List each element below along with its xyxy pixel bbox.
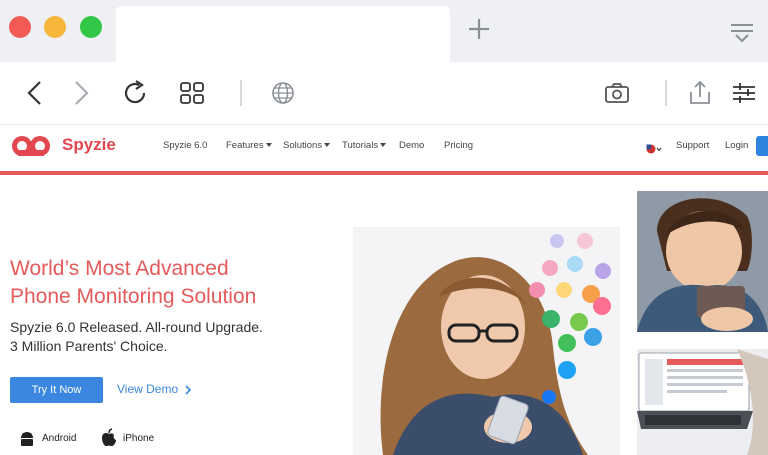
hero-subtitle-line: Spyzie 6.0 Released. All-round Upgrade.	[10, 319, 263, 335]
nav-solutions[interactable]: Solutions	[283, 140, 331, 151]
language-flag-icon[interactable]	[646, 141, 662, 154]
hero-subtitle-line: 3 Million Parents' Choice.	[10, 338, 168, 354]
back-button[interactable]	[20, 78, 50, 108]
boy-with-phone-image	[637, 191, 768, 332]
chevron-right-icon	[185, 385, 192, 395]
toolbar-divider-right	[665, 80, 667, 106]
grid-icon	[180, 82, 204, 104]
nav-support[interactable]: Support	[676, 140, 709, 151]
share-button[interactable]	[685, 78, 715, 108]
spyzie-logo-icon[interactable]	[10, 133, 52, 159]
zoom-window-button[interactable]	[80, 16, 102, 38]
tab-grid-button[interactable]	[177, 78, 207, 108]
browser-toolbar	[0, 62, 768, 125]
nav-login[interactable]: Login	[725, 140, 748, 151]
view-demo-label: View Demo	[117, 382, 179, 396]
hero-title-line: Phone Monitoring Solution	[10, 285, 257, 308]
forward-button[interactable]	[66, 78, 96, 108]
chevron-down-icon	[380, 143, 387, 148]
hero-subtitle: Spyzie 6.0 Released. All-round Upgrade. …	[10, 318, 340, 356]
new-tab-button[interactable]	[464, 14, 494, 44]
android-label[interactable]: Android	[42, 433, 76, 444]
hero-title-line: World’s Most Advanced	[10, 257, 229, 280]
back-icon	[27, 81, 41, 105]
reload-button[interactable]	[120, 78, 150, 108]
nav-spyzie-6[interactable]: Spyzie 6.0	[163, 140, 207, 151]
apple-icon	[100, 428, 118, 448]
brand-name[interactable]: Spyzie	[62, 135, 116, 155]
active-tab[interactable]	[116, 6, 450, 62]
tab-menu-icon	[731, 24, 753, 43]
nav-pricing[interactable]: Pricing	[444, 140, 473, 151]
view-demo-link[interactable]: View Demo	[117, 382, 192, 396]
nav-accent-line	[0, 171, 768, 175]
nav-label: Solutions	[283, 140, 323, 151]
signup-button[interactable]	[756, 136, 768, 156]
android-icon	[18, 430, 36, 448]
nav-demo[interactable]: Demo	[399, 140, 424, 151]
hero-image-girl-with-phone	[353, 227, 620, 455]
plus-icon	[469, 19, 489, 39]
settings-button[interactable]	[729, 78, 759, 108]
camera-icon	[605, 83, 629, 103]
reload-icon	[124, 80, 146, 104]
hero-title: World’s Most Advanced Phone Monitoring S…	[10, 255, 340, 311]
iphone-label[interactable]: iPhone	[123, 433, 154, 444]
tab-overview-button[interactable]	[728, 22, 756, 44]
chevron-down-icon	[324, 143, 331, 148]
globe-icon	[272, 82, 294, 104]
settings-sliders-icon	[733, 83, 755, 103]
try-it-now-button[interactable]: Try It Now	[10, 377, 103, 403]
address-globe-button[interactable]	[268, 78, 298, 108]
close-window-button[interactable]	[9, 16, 31, 38]
nav-tutorials[interactable]: Tutorials	[342, 140, 387, 151]
nav-label: Tutorials	[342, 140, 379, 151]
screenshot-button[interactable]	[602, 78, 632, 108]
nav-label: Spyzie 6.0	[163, 140, 208, 151]
laptop-dashboard-image	[637, 349, 768, 455]
chevron-down-icon	[265, 143, 272, 148]
toolbar-divider	[240, 80, 242, 106]
nav-label: Features	[226, 140, 264, 151]
nav-label: Pricing	[444, 140, 474, 151]
share-icon	[690, 80, 710, 104]
nav-label: Demo	[399, 140, 425, 151]
nav-features[interactable]: Features	[226, 140, 272, 151]
minimize-window-button[interactable]	[44, 16, 66, 38]
forward-icon	[75, 81, 89, 105]
